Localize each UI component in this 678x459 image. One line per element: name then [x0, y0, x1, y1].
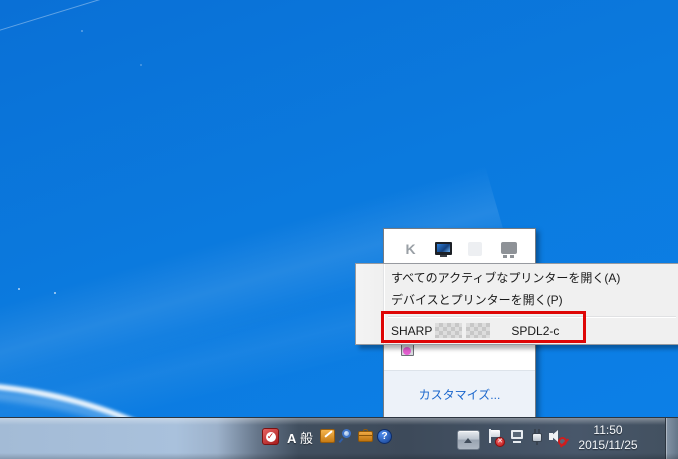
computer-base	[513, 441, 521, 443]
power-plug-icon[interactable]	[530, 429, 544, 445]
printer-context-menu: すべてのアクティブなプリンターを開く(A) デバイスとプリンターを開く(P) S…	[355, 263, 678, 345]
printer-status-tray-icon[interactable]	[401, 344, 414, 356]
device-icon	[501, 242, 517, 254]
magnifier-icon	[342, 429, 351, 438]
show-desktop-button[interactable]	[665, 418, 678, 459]
ime-help-icon[interactable]: ?	[377, 429, 392, 444]
printer-ink-icon	[403, 347, 411, 355]
toolbox-handle	[363, 429, 368, 432]
computer-icon	[511, 430, 523, 439]
show-hidden-icons-button[interactable]	[457, 430, 480, 450]
ime-word-register-icon[interactable]	[320, 429, 335, 443]
redacted-block	[435, 323, 462, 338]
antivirus-tray-icon[interactable]: ✓	[262, 428, 279, 445]
wallpaper-streak	[0, 0, 113, 34]
ime-input-mode-button[interactable]: A	[287, 430, 296, 448]
wallpaper-sparkle	[81, 30, 83, 32]
ime-pad-icon[interactable]	[339, 429, 354, 444]
context-menu-gutter	[356, 264, 384, 344]
customize-link[interactable]: カスタマイズ...	[419, 386, 501, 403]
ime-tools-icon[interactable]	[358, 431, 373, 442]
taskbar: ✓ A 般 ? CAPS KANA ✕ 11:50	[0, 417, 678, 459]
pen-icon	[324, 430, 332, 437]
desktop-wallpaper	[0, 0, 678, 459]
network-status-icon[interactable]	[509, 430, 525, 445]
action-center-icon[interactable]: ✕	[487, 429, 503, 446]
tray-overflow-icon-row: K	[384, 241, 535, 258]
check-icon: ✓	[263, 429, 278, 444]
printer-name-prefix: SHARP	[391, 324, 432, 338]
inactive-tray-icon[interactable]	[468, 241, 485, 258]
clock-date: 2015/11/25	[565, 438, 651, 453]
menu-item-open-devices-printers[interactable]: デバイスとプリンターを開く(P)	[386, 290, 676, 311]
plug-cord	[536, 442, 538, 445]
chevron-up-icon	[464, 438, 472, 443]
antivirus-k-tray-icon[interactable]: K	[402, 241, 419, 258]
printer-name-suffix: SPDL2-c	[511, 324, 559, 338]
wallpaper-sparkle	[54, 292, 56, 294]
wallpaper-sparkle	[18, 288, 20, 290]
menu-item-open-active-printers[interactable]: すべてのアクティブなプリンターを開く(A)	[386, 268, 676, 289]
faded-app-icon	[468, 242, 482, 256]
plug-body	[532, 433, 542, 442]
magnifier-handle	[339, 438, 344, 443]
menu-item-sharp-printer[interactable]: SHARP SPDL2-c	[386, 318, 676, 344]
toolbox-lid	[359, 435, 372, 436]
taskbar-clock[interactable]: 11:50 2015/11/25	[565, 423, 651, 455]
error-badge-icon: ✕	[495, 437, 505, 447]
monitor-icon	[435, 242, 452, 255]
display-adapter-tray-icon[interactable]	[435, 241, 452, 258]
ime-conversion-mode-button[interactable]: 般	[300, 430, 313, 448]
wallpaper-sparkle	[140, 64, 142, 66]
device-tray-icon[interactable]	[501, 241, 518, 258]
flag-icon	[491, 430, 500, 437]
speaker-cone	[551, 430, 558, 442]
tray-customize-bar: カスタマイズ...	[384, 370, 535, 417]
clock-time: 11:50	[565, 423, 651, 438]
redacted-block	[466, 323, 490, 338]
